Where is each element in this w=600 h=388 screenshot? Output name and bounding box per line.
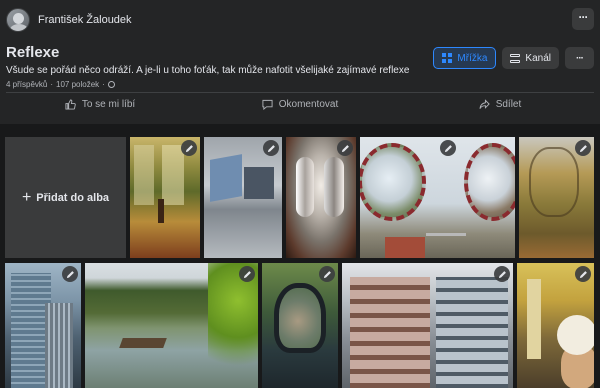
comment-label: Okomentovat [278,98,339,110]
edit-photo-button[interactable] [440,140,456,156]
comment-icon [262,99,273,110]
photo-thumbnail[interactable] [342,263,513,388]
view-switcher: Mřížka Kanál ··· [433,47,594,69]
pencil-icon [579,144,587,152]
meta-separator: · [102,80,105,89]
pencil-icon [444,144,452,152]
photo-thumbnail[interactable] [286,137,356,258]
pencil-icon [66,270,74,278]
photo-thumbnail[interactable] [130,137,200,258]
photo-grid: + Přidat do alba [0,132,600,388]
item-count: 107 položek [56,80,100,89]
add-to-album-button[interactable]: + Přidat do alba [5,137,126,258]
more-options-button[interactable]: ··· [572,8,594,30]
pencil-icon [323,270,331,278]
edit-photo-button[interactable] [575,266,591,282]
like-button[interactable]: To se mi líbí [0,93,200,115]
list-icon [510,53,521,63]
album-title: Reflexe [6,44,60,61]
add-to-album-label: Přidat do alba [36,191,110,204]
avatar[interactable] [6,8,30,32]
album-meta: 4 příspěvků · 107 položek · [6,80,115,89]
album-description: Všude se pořád něco odráží. A je-li u to… [6,65,410,76]
edit-photo-button[interactable] [62,266,78,282]
edit-photo-button[interactable] [319,266,335,282]
action-bar: To se mi líbí Okomentovat Sdílet [0,93,600,115]
owner-name[interactable]: František Žaloudek [38,14,132,26]
photo-thumbnail[interactable] [519,137,594,258]
share-icon [479,98,490,109]
album-header-card: František Žaloudek ··· Reflexe Všude se … [0,0,600,124]
post-count: 4 příspěvků [6,80,48,89]
edit-photo-button[interactable] [263,140,279,156]
thumbs-up-icon [65,98,76,110]
feed-view-label: Kanál [525,52,551,64]
photo-thumbnail[interactable] [204,137,282,258]
feed-view-button[interactable]: Kanál [502,47,559,69]
globe-icon [107,81,115,88]
meta-separator: · [50,80,54,89]
view-more-button[interactable]: ··· [565,47,594,69]
grid-view-label: Mřížka [457,52,488,64]
like-label: To se mi líbí [81,98,136,110]
pencil-icon [341,144,349,152]
photo-thumbnail[interactable] [360,137,515,258]
edit-photo-button[interactable] [494,266,510,282]
edit-photo-button[interactable] [239,266,255,282]
photo-thumbnail[interactable] [517,263,594,388]
grid-icon [442,53,453,63]
share-button[interactable]: Sdílet [400,93,600,115]
pencil-icon [579,270,587,278]
edit-photo-button[interactable] [181,140,197,156]
pencil-icon [267,144,275,152]
edit-photo-button[interactable] [575,140,591,156]
photo-thumbnail[interactable] [5,263,81,388]
comment-button[interactable]: Okomentovat [200,93,400,115]
edit-photo-button[interactable] [337,140,353,156]
photo-thumbnail[interactable] [262,263,338,388]
pencil-icon [498,270,506,278]
photo-thumbnail[interactable] [85,263,258,388]
pencil-icon [243,270,251,278]
pencil-icon [185,144,193,152]
plus-icon: + [21,189,32,206]
owner-profile[interactable]: František Žaloudek [6,8,132,32]
share-label: Sdílet [495,98,522,110]
grid-view-button[interactable]: Mřížka [433,47,497,69]
